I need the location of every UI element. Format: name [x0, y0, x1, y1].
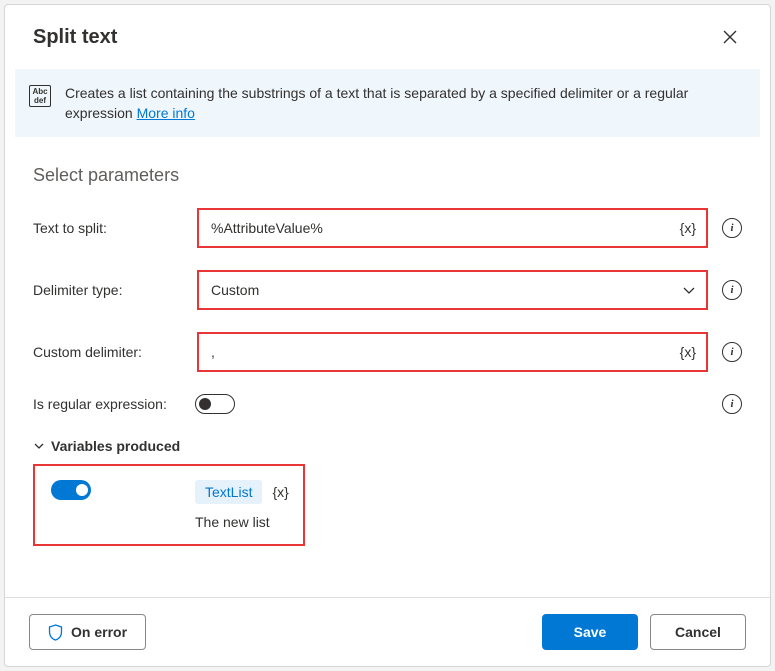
label-text-to-split: Text to split:	[33, 220, 191, 236]
variable-description: The new list	[195, 514, 289, 530]
variables-produced-box: TextList {x} The new list	[33, 464, 305, 546]
save-button[interactable]: Save	[542, 614, 638, 650]
variable-picker-icon[interactable]: {x}	[680, 220, 696, 236]
field-custom-delimiter: Custom delimiter: {x} i	[33, 332, 742, 372]
text-action-icon: Abcdef	[29, 85, 51, 107]
field-is-regex: Is regular expression: i	[33, 394, 742, 414]
dialog-content: Select parameters Text to split: {x} i D…	[5, 145, 770, 597]
variables-produced-label: Variables produced	[51, 438, 180, 454]
delimiter-type-value: Custom	[211, 282, 682, 298]
on-error-button[interactable]: On error	[29, 614, 146, 650]
dialog-footer: On error Save Cancel	[5, 597, 770, 666]
input-wrap-text-to-split[interactable]: {x}	[197, 208, 708, 248]
variables-row: TextList {x} The new list	[51, 480, 287, 530]
label-custom-delimiter: Custom delimiter:	[33, 344, 191, 360]
text-to-split-input[interactable]	[211, 220, 674, 236]
label-is-regex: Is regular expression:	[33, 396, 195, 412]
delimiter-type-select[interactable]: Custom	[197, 270, 708, 310]
is-regex-toggle[interactable]	[195, 394, 235, 414]
on-error-label: On error	[71, 624, 127, 640]
toggle-knob	[199, 398, 211, 410]
input-wrap-custom-delimiter[interactable]: {x}	[197, 332, 708, 372]
custom-delimiter-input[interactable]	[211, 344, 674, 360]
field-text-to-split: Text to split: {x} i	[33, 208, 742, 248]
info-text: Creates a list containing the substrings…	[65, 83, 740, 123]
toggle-knob	[76, 484, 88, 496]
close-icon	[723, 30, 737, 44]
variables-produced-header[interactable]: Variables produced	[33, 438, 742, 454]
label-delimiter-type: Delimiter type:	[33, 282, 191, 298]
dialog-header: Split text	[5, 5, 770, 67]
help-icon[interactable]: i	[722, 218, 742, 238]
variable-chip[interactable]: TextList	[195, 480, 262, 504]
more-info-link[interactable]: More info	[137, 105, 195, 121]
variable-toggle[interactable]	[51, 480, 91, 500]
section-title: Select parameters	[33, 165, 742, 186]
shield-icon	[48, 624, 63, 641]
field-delimiter-type: Delimiter type: Custom i	[33, 270, 742, 310]
help-icon[interactable]: i	[722, 394, 742, 414]
dialog-title: Split text	[33, 26, 117, 49]
variable-picker-icon[interactable]: {x}	[272, 484, 288, 500]
help-icon[interactable]: i	[722, 280, 742, 300]
split-text-dialog: Split text Abcdef Creates a list contain…	[4, 4, 771, 667]
chevron-down-icon	[33, 440, 45, 452]
help-icon[interactable]: i	[722, 342, 742, 362]
close-button[interactable]	[714, 21, 746, 53]
chevron-down-icon	[682, 283, 696, 297]
cancel-button[interactable]: Cancel	[650, 614, 746, 650]
variable-picker-icon[interactable]: {x}	[680, 344, 696, 360]
variable-chip-wrap: TextList {x}	[195, 480, 289, 504]
info-banner: Abcdef Creates a list containing the sub…	[15, 69, 760, 137]
